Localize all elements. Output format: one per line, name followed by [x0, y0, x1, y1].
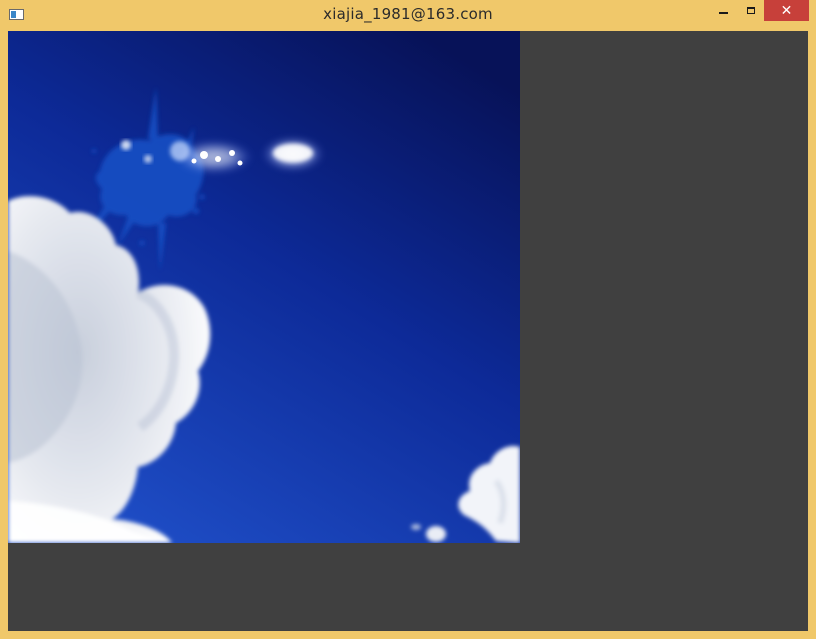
app-window: xiajia_1981@163.com ✕	[0, 0, 816, 639]
maximize-icon	[746, 7, 755, 14]
client-area	[8, 31, 808, 631]
close-icon: ✕	[780, 2, 793, 19]
sky-image	[8, 31, 520, 543]
title-bar[interactable]: xiajia_1981@163.com ✕	[0, 0, 816, 30]
maximize-button[interactable]	[737, 0, 764, 21]
sky-image-graphic	[8, 31, 520, 543]
window-title: xiajia_1981@163.com	[323, 5, 493, 23]
close-button[interactable]: ✕	[764, 0, 809, 21]
minimize-icon	[718, 11, 728, 14]
minimize-button[interactable]	[709, 0, 737, 21]
